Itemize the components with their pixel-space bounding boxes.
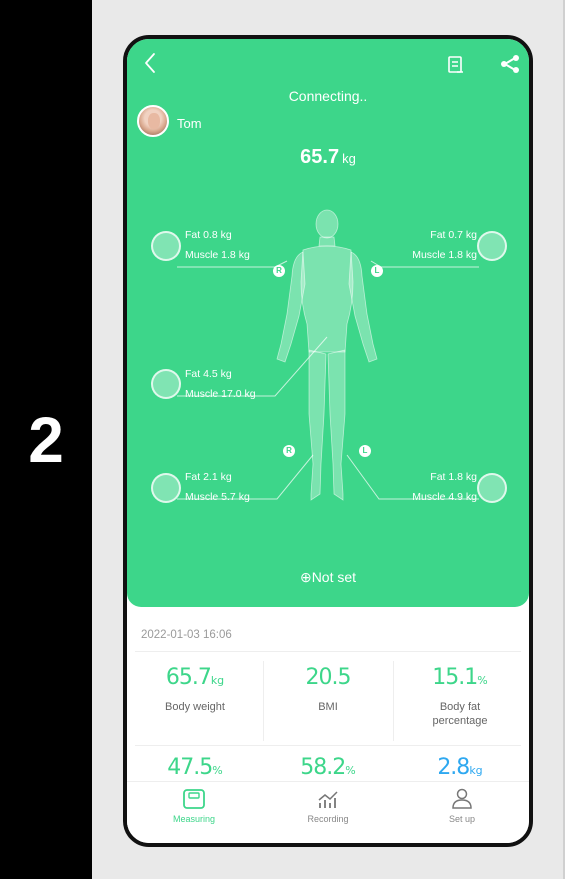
not-set-button[interactable]: ⊕Not set: [127, 569, 529, 586]
left-arm-segment[interactable]: Fat 0.8 kg Muscle 1.8 kg: [185, 225, 250, 265]
tab-label: Measuring: [172, 814, 216, 824]
chart-icon: [318, 791, 338, 808]
metric-unit: %: [345, 764, 356, 777]
divider: [393, 661, 394, 741]
tab-measuring[interactable]: Measuring: [127, 788, 261, 824]
metric-unit: %: [212, 764, 223, 777]
right-arm-icon: [477, 231, 507, 261]
right-leg-segment[interactable]: Fat 1.8 kg Muscle 4.9 kg: [412, 467, 477, 507]
trunk-muscle: Muscle 17.0 kg: [185, 388, 256, 400]
metric-label: Body fat percentage: [432, 701, 488, 727]
trunk-icon: [151, 369, 181, 399]
metric-row2-1[interactable]: 47.5%: [132, 755, 258, 780]
metric-value: 15.1: [432, 665, 478, 690]
right-leg-marker-icon: R: [283, 445, 295, 457]
crosshair-icon: ⊕: [299, 569, 312, 585]
right-arm-fat: Fat 0.7 kg: [430, 229, 477, 241]
metric-row2-2[interactable]: 58.2%: [265, 755, 391, 780]
divider: [135, 651, 521, 652]
metric-unit: kg: [210, 674, 225, 687]
phone-frame: Connecting.. Tom 65.7 kg Fat 0.8 kg Musc…: [123, 35, 533, 847]
right-arm-muscle: Muscle 1.8 kg: [412, 249, 477, 261]
not-set-label: Not set: [311, 569, 357, 585]
right-side-marker-icon: R: [273, 265, 285, 277]
trunk-fat: Fat 4.5 kg: [185, 368, 232, 380]
left-leg-segment[interactable]: Fat 2.1 kg Muscle 5.7 kg: [185, 467, 250, 507]
left-leg-muscle: Muscle 5.7 kg: [185, 491, 250, 503]
metric-label: Body weight: [165, 701, 225, 713]
scale-icon: [183, 789, 205, 809]
metric-body-fat[interactable]: 15.1% Body fat percentage: [397, 665, 523, 728]
divider: [263, 661, 264, 741]
bottom-tab-bar: Measuring Recording Set up: [127, 781, 529, 843]
left-leg-marker-icon: L: [359, 445, 371, 457]
metric-unit: kg: [469, 764, 483, 777]
body-figure: [276, 209, 378, 501]
tab-set-up[interactable]: Set up: [395, 788, 529, 824]
right-leg-muscle: Muscle 4.9 kg: [412, 491, 477, 503]
tab-label: Set up: [448, 814, 476, 824]
metric-row2-3[interactable]: 2.8kg: [397, 755, 523, 780]
tab-label: Recording: [307, 814, 349, 824]
metric-value: 65.7: [165, 665, 212, 690]
trunk-segment[interactable]: Fat 4.5 kg Muscle 17.0 kg: [185, 364, 256, 404]
person-icon: [452, 788, 472, 809]
metric-label: BMI: [318, 701, 338, 713]
metrics-grid: 65.7kg Body weight 20.5 BMI 15.1% Body f…: [127, 651, 529, 781]
metric-value: 20.5: [305, 665, 352, 690]
right-leg-fat: Fat 1.8 kg: [430, 471, 477, 483]
measurement-date: 2022-01-03 16:06: [141, 629, 232, 641]
metric-unit: %: [477, 674, 488, 687]
left-arm-fat: Fat 0.8 kg: [185, 229, 232, 241]
left-side-marker-icon: L: [371, 265, 383, 277]
left-leg-fat: Fat 2.1 kg: [185, 471, 232, 483]
right-arm-segment[interactable]: Fat 0.7 kg Muscle 1.8 kg: [412, 225, 477, 265]
left-arm-icon: [151, 231, 181, 261]
tab-recording[interactable]: Recording: [261, 788, 395, 824]
metric-value: 58.2: [300, 755, 346, 780]
metric-value: 2.8: [437, 755, 470, 780]
divider: [135, 745, 521, 746]
left-leg-icon: [151, 473, 181, 503]
metric-body-weight[interactable]: 65.7kg Body weight: [132, 665, 258, 714]
body-composition-panel: Connecting.. Tom 65.7 kg Fat 0.8 kg Musc…: [127, 39, 529, 607]
right-leg-icon: [477, 473, 507, 503]
metric-value: 47.5: [167, 755, 213, 780]
metric-bmi[interactable]: 20.5 BMI: [265, 665, 391, 714]
step-number: 2: [28, 404, 64, 476]
left-arm-muscle: Muscle 1.8 kg: [185, 249, 250, 261]
